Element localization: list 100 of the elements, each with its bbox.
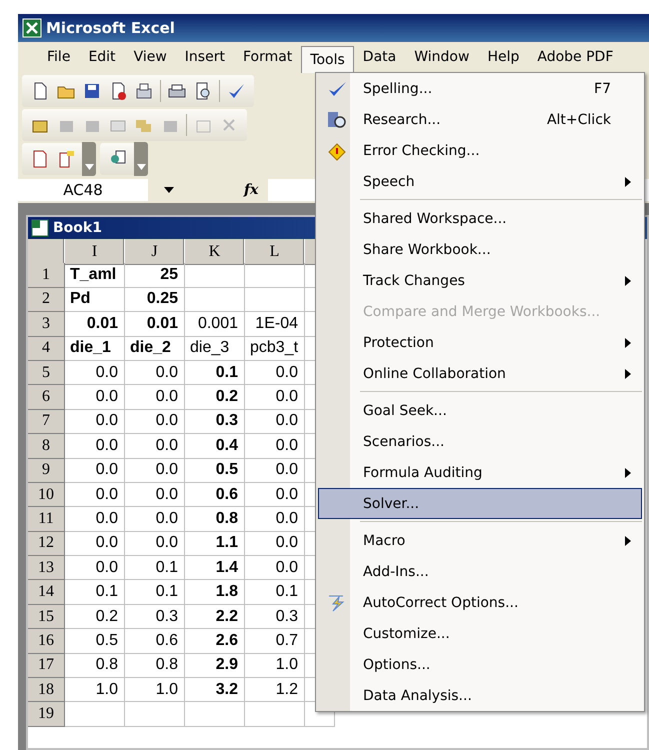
table-cell: 0.3 [245,604,305,630]
menu-item[interactable]: Share Workbook... [318,234,642,265]
table-cell: 0.0 [245,556,305,580]
table-cell: 2.6 [185,629,245,654]
empty-cell [185,288,245,312]
table-cell: 0.0 [245,458,305,483]
menu-bar-item[interactable]: Format [234,43,302,72]
table-cell: 0.0 [65,360,125,386]
menu-item[interactable]: Goal Seek... [318,395,642,426]
table-cell: 0.0 [125,507,185,532]
menu-bar-item[interactable]: Insert [176,43,234,72]
row-header[interactable]: 2 [28,288,65,312]
table-cell: 0.8 [185,507,245,532]
table-cell: 2.9 [185,654,245,678]
table-cell: 0.01 [65,312,125,337]
row-header[interactable]: 6 [28,385,65,410]
menu-bar-item[interactable]: View [124,43,176,72]
table-cell: 0.0 [245,410,305,434]
menu-item[interactable]: Add-Ins... [318,556,642,587]
menu-bar-item[interactable]: Edit [79,43,125,72]
table-cell: 0.0 [125,458,185,483]
row-header[interactable]: 17 [28,654,65,678]
row-header[interactable]: 9 [28,458,65,483]
menu-item[interactable]: Data Analysis... [318,680,642,711]
menu-item[interactable]: Macro [318,525,642,556]
submenu-arrow-icon [625,176,631,186]
table-cell: 0.0 [65,532,125,556]
menu-item[interactable]: Protection [318,327,642,358]
menu-item[interactable]: Formula Auditing [318,457,642,488]
row-header[interactable]: 3 [28,312,65,337]
column-header[interactable]: I [65,239,125,265]
table-cell: 0.0 [125,434,185,459]
menu-item[interactable]: Error Checking... [318,135,642,166]
column-header[interactable]: L [245,239,305,265]
table-cell: 0.0 [245,360,305,386]
name-box[interactable]: AC48 [18,179,148,201]
row-header[interactable]: 8 [28,434,65,459]
menu-item[interactable]: Options... [318,649,642,680]
table-cell: T_aml [65,263,125,288]
menu-item[interactable]: Shared Workspace... [318,203,642,234]
workbook-icon [31,219,49,237]
menu-item[interactable]: Scenarios... [318,426,642,457]
row-header[interactable]: 10 [28,482,65,508]
row-header[interactable]: 13 [28,556,65,580]
menu-item[interactable]: AutoCorrect Options... [318,587,642,618]
menu-bar-item[interactable]: Tools [301,46,354,74]
row-header[interactable]: 19 [28,702,65,727]
row-header[interactable]: 12 [28,532,65,556]
table-cell: 1.2 [245,678,305,702]
table-cell: 0.8 [65,654,125,678]
menu-item[interactable]: Research... Alt+Click [318,104,642,135]
table-cell: 25 [125,263,185,288]
menu-item[interactable]: Speech [318,166,642,197]
row-header[interactable]: 7 [28,410,65,434]
table-cell: 0.0 [125,360,185,386]
menu-item[interactable]: Track Changes [318,265,642,296]
row-header[interactable]: 11 [28,507,65,532]
menu-item[interactable]: Online Collaboration [318,358,642,389]
table-cell: 0.1 [125,556,185,580]
row-header[interactable]: 1 [28,263,65,288]
menu-bar-item[interactable]: Adobe PDF [528,43,622,72]
column-header[interactable]: J [125,239,185,265]
table-cell: 1.0 [65,678,125,702]
menu-item[interactable]: Spelling... F7 [318,73,642,104]
table-cell: 0.0 [65,458,125,483]
submenu-arrow-icon [625,468,631,478]
table-cell: 0.1 [245,580,305,605]
save-icon[interactable] [82,81,102,101]
row-header[interactable]: 14 [28,580,65,605]
table-cell: 0.0 [65,556,125,580]
row-header[interactable]: 16 [28,629,65,654]
window-title: Microsoft Excel [46,19,175,37]
menu-bar-item[interactable]: Window [405,43,478,72]
row-header[interactable]: 5 [28,360,65,386]
table-cell: die_2 [125,336,185,361]
table-cell: 0.0 [125,532,185,556]
menu-bar-item[interactable]: Help [478,43,528,72]
table-cell: 1.1 [185,532,245,556]
table-cell: 0.0 [245,482,305,508]
row-header[interactable]: 4 [28,336,65,361]
menu-item[interactable]: Solver... [318,488,642,519]
table-cell: 0.01 [125,312,185,337]
table-cell: 0.001 [185,312,245,337]
row-header[interactable]: 18 [28,678,65,702]
submenu-arrow-icon [625,338,631,348]
dropdown-arrow-icon[interactable] [164,187,174,193]
menu-bar-item[interactable]: File [38,43,80,72]
menu-item[interactable]: Customize... [318,618,642,649]
select-all-corner[interactable] [28,239,65,265]
table-cell: die_1 [65,336,125,361]
table-cell: 0.0 [245,532,305,556]
row-header[interactable]: 15 [28,604,65,630]
column-header[interactable]: K [185,239,245,265]
insert-function-label[interactable]: fx [244,182,258,198]
table-cell: 1E-04 [245,312,305,337]
table-cell: 0.2 [185,385,245,410]
table-cell: 0.3 [125,604,185,630]
table-cell: 0.0 [65,434,125,459]
menu-bar-item[interactable]: Data [354,43,406,72]
empty-cell [245,702,305,727]
